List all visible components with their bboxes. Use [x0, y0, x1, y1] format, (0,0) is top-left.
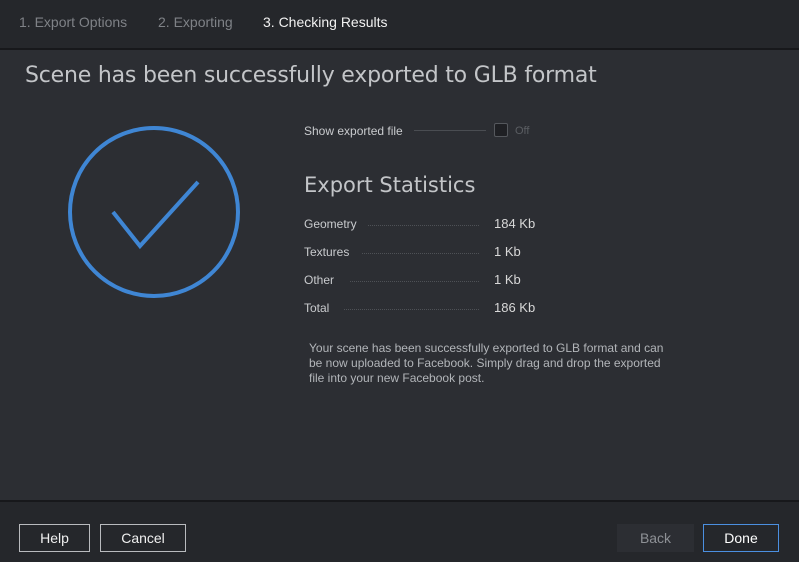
toggle-state-text: Off — [515, 125, 530, 137]
stat-value: 1 Kb — [494, 244, 521, 259]
stat-row-geometry: Geometry 184 Kb — [304, 216, 564, 234]
dotted-leader — [344, 309, 479, 310]
stat-row-total: Total 186 Kb — [304, 300, 564, 318]
dotted-leader — [350, 281, 479, 282]
back-button[interactable]: Back — [617, 524, 694, 552]
dotted-leader — [368, 225, 479, 226]
stat-label: Total — [304, 301, 330, 315]
step-exporting[interactable]: 2. Exporting — [158, 14, 233, 30]
stat-row-textures: Textures 1 Kb — [304, 244, 564, 262]
export-statistics-heading: Export Statistics — [304, 173, 476, 197]
step-checking-results[interactable]: 3. Checking Results — [263, 14, 388, 30]
stat-label: Geometry — [304, 217, 357, 231]
show-exported-file-label: Show exported file — [304, 124, 403, 138]
export-success-message: Your scene has been successfully exporte… — [309, 341, 664, 385]
help-button[interactable]: Help — [19, 524, 90, 552]
stat-row-other: Other 1 Kb — [304, 272, 564, 290]
dotted-leader — [362, 253, 479, 254]
cancel-button[interactable]: Cancel — [100, 524, 186, 552]
done-button[interactable]: Done — [703, 524, 779, 552]
leader-line — [414, 130, 486, 131]
show-exported-file-row[interactable]: Show exported file Off — [304, 122, 544, 140]
wizard-steps-bar: 1. Export Options 2. Exporting 3. Checki… — [0, 0, 799, 50]
stat-value: 1 Kb — [494, 272, 521, 287]
dialog-footer: Help Cancel Back Done — [0, 500, 799, 562]
stat-label: Other — [304, 273, 335, 287]
stat-value: 186 Kb — [494, 300, 536, 315]
checkmark-circle-icon — [66, 124, 242, 300]
checkbox-icon[interactable] — [494, 123, 508, 137]
stat-value: 184 Kb — [494, 216, 536, 231]
page-title: Scene has been successfully exported to … — [25, 63, 597, 88]
step-export-options[interactable]: 1. Export Options — [19, 14, 127, 30]
stat-label: Textures — [304, 245, 350, 259]
